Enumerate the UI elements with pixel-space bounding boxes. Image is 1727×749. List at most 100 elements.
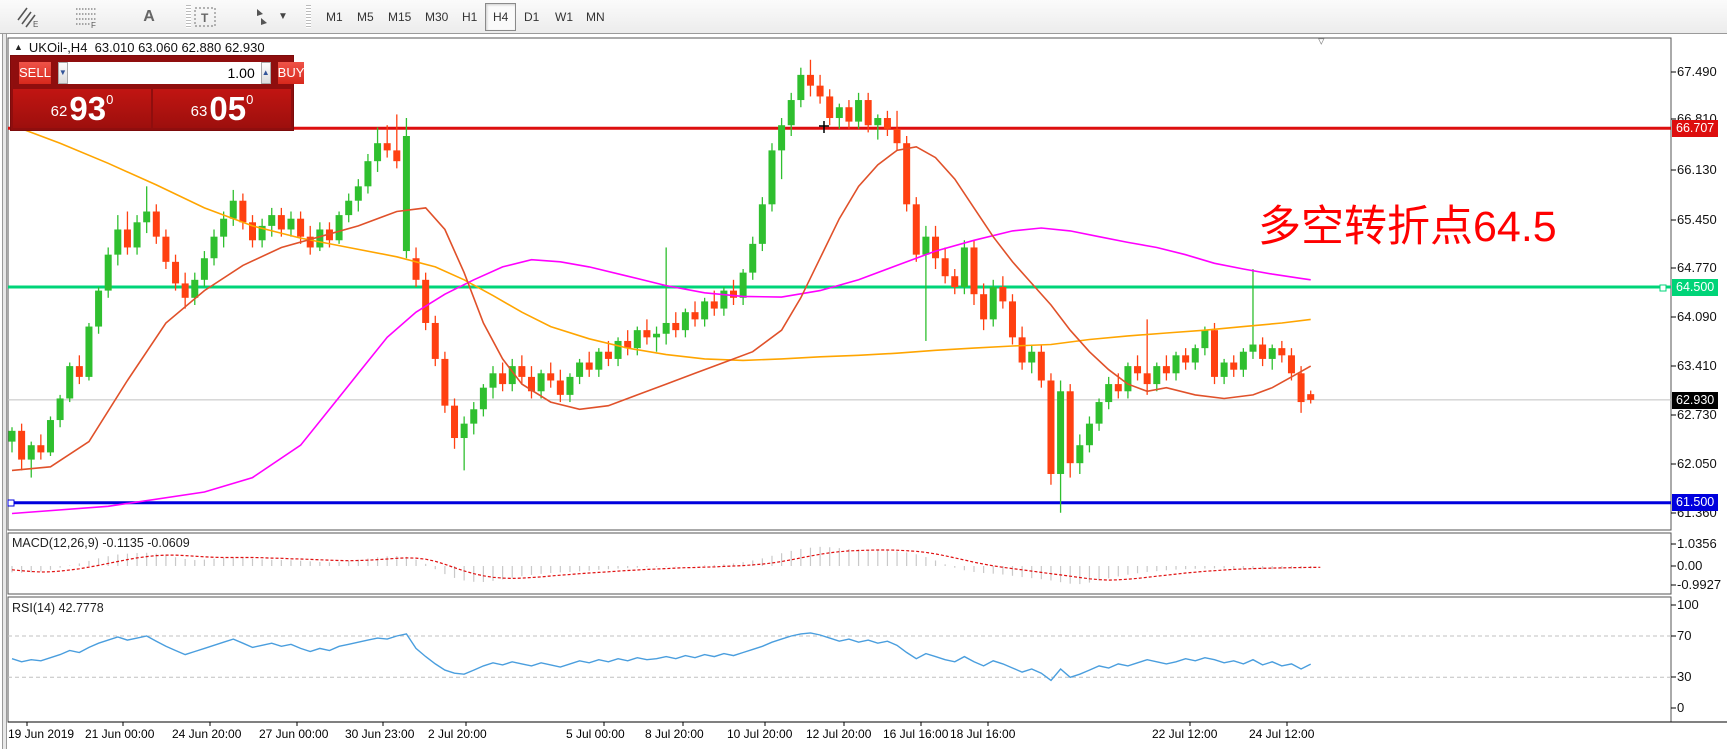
candle-body — [845, 107, 852, 121]
candle-body — [422, 280, 429, 323]
date-axis-label: 12 Jul 20:00 — [806, 727, 871, 741]
fibonacci-retracement-icon[interactable]: F — [72, 4, 102, 29]
timeframe-h4[interactable]: H4 — [485, 3, 516, 31]
buy-button[interactable]: BUY — [278, 62, 305, 84]
candle-body — [836, 107, 843, 118]
price-tag-61.500: 61.500 — [1672, 494, 1718, 511]
candle-body — [740, 273, 747, 298]
ohlc-close: 62.930 — [225, 40, 265, 55]
date-axis-label: 5 Jul 00:00 — [566, 727, 625, 741]
candle-body — [297, 219, 304, 237]
timeframe-w1[interactable]: W1 — [547, 3, 581, 31]
equidistant-channel-icon[interactable]: E — [14, 4, 44, 29]
candle-body — [1076, 445, 1083, 463]
timeframe-m1[interactable]: M1 — [318, 3, 351, 31]
ask-price-pips: 05 — [209, 92, 246, 125]
candle-body — [1124, 366, 1131, 391]
candle-body — [1057, 391, 1064, 474]
candle-body — [461, 424, 468, 438]
date-axis-label: 24 Jul 12:00 — [1249, 727, 1314, 741]
text-label-icon[interactable]: A — [134, 4, 164, 29]
dropdown-caret-icon[interactable]: ▼ — [276, 4, 290, 29]
candle-body — [788, 100, 795, 125]
date-axis-label: 27 Jun 00:00 — [259, 727, 328, 741]
candle-body — [470, 409, 477, 423]
timeframe-h1[interactable]: H1 — [454, 3, 485, 31]
candle-body — [768, 150, 775, 204]
volume-input[interactable] — [68, 62, 261, 84]
candle-body — [499, 373, 506, 384]
ask-price-whole: 63 — [191, 99, 208, 125]
candle-body — [403, 136, 410, 251]
timeframe-m30[interactable]: M30 — [417, 3, 456, 31]
candle-body — [615, 341, 622, 359]
candle-body — [932, 237, 939, 259]
candle-body — [595, 352, 602, 370]
candle-body — [316, 229, 323, 247]
price-axis-label: 64.770 — [1677, 260, 1717, 275]
one-click-trade-panel: SELL ▼ ▲ BUY 62930 63050 — [10, 55, 294, 131]
trading-terminal-window: E F A T ▼ M1M5M15M30H1H4D1W1MN ▲UKOil-,H… — [0, 0, 1727, 749]
rsi-value: 42.7778 — [59, 601, 104, 615]
date-axis-label: 19 Jun 2019 — [8, 727, 74, 741]
timeframe-m5[interactable]: M5 — [349, 3, 382, 31]
timeframe-d1[interactable]: D1 — [516, 3, 547, 31]
candle-body — [451, 406, 458, 438]
candle-body — [672, 323, 679, 330]
ask-price[interactable]: 63050 — [153, 89, 291, 128]
candle-body — [1278, 348, 1285, 355]
chart-shift-marker-icon[interactable]: ▿ — [1318, 33, 1325, 49]
candle-body — [287, 219, 294, 230]
text-box-icon[interactable]: T — [190, 4, 220, 29]
candle-body — [826, 96, 833, 118]
timeframe-mn[interactable]: MN — [578, 3, 613, 31]
candle-body — [1240, 352, 1247, 370]
bid-price[interactable]: 62930 — [13, 89, 151, 128]
candle-body — [153, 212, 160, 237]
price-axis-label: 65.450 — [1677, 212, 1717, 227]
toolbar-drag-handle[interactable] — [306, 5, 311, 28]
price-axis-label: 64.090 — [1677, 309, 1717, 324]
window-left-edge — [0, 34, 7, 749]
date-axis-label: 10 Jul 20:00 — [727, 727, 792, 741]
price-axis-label: 67.490 — [1677, 64, 1717, 79]
candle-body — [1115, 384, 1122, 391]
timeframe-m15[interactable]: M15 — [380, 3, 419, 31]
candle-body — [201, 258, 208, 280]
candle-body — [961, 247, 968, 287]
candle-body — [643, 330, 650, 337]
macd-axis-label: 1.0356 — [1677, 536, 1717, 551]
candle-body — [874, 118, 881, 125]
candle-body — [191, 280, 198, 298]
candle-body — [634, 330, 641, 348]
candle-body — [76, 366, 83, 377]
candle-body — [701, 301, 708, 319]
candle-body — [1298, 373, 1305, 402]
volume-decrease-button[interactable]: ▼ — [58, 62, 68, 84]
blue-line-handle — [8, 500, 14, 506]
rsi-axis-label: 70 — [1677, 628, 1691, 643]
candle-body — [999, 287, 1006, 301]
candle-body — [980, 294, 987, 319]
volume-increase-button[interactable]: ▲ — [261, 62, 271, 84]
candle-body — [441, 359, 448, 406]
candle-body — [951, 276, 958, 287]
bid-price-whole: 62 — [51, 99, 68, 125]
green-line-handle — [1660, 285, 1666, 291]
date-axis-label: 22 Jul 12:00 — [1152, 727, 1217, 741]
candle-body — [749, 244, 756, 273]
candle-body — [239, 201, 246, 223]
collapse-icon[interactable]: ▲ — [14, 42, 23, 52]
arrows-icon[interactable] — [248, 4, 278, 29]
price-axis-label: 66.130 — [1677, 162, 1717, 177]
candle-body — [817, 86, 824, 97]
date-axis-label: 21 Jun 00:00 — [85, 727, 154, 741]
candle-body — [172, 262, 179, 284]
chart-text-annotation[interactable]: 多空转折点64.5 — [1258, 192, 1618, 254]
candle-body — [1269, 348, 1276, 359]
candle-body — [124, 229, 131, 247]
candle-body — [114, 229, 121, 254]
sell-button[interactable]: SELL — [19, 62, 51, 84]
macd-values: -0.1135 -0.0609 — [102, 536, 189, 550]
toolbar-drag-handle[interactable] — [186, 5, 191, 28]
